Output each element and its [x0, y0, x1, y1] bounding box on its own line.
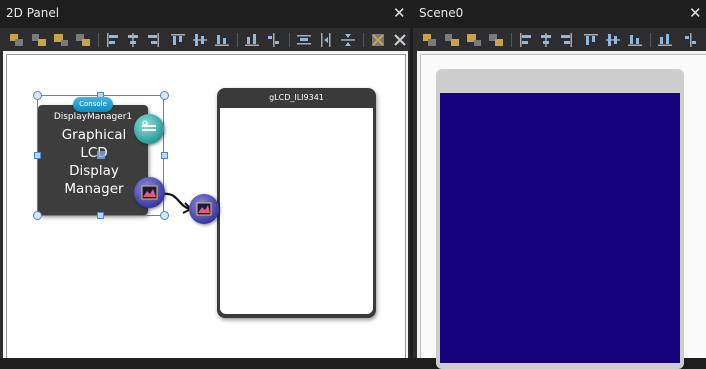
resize-handle-left[interactable]: [34, 152, 41, 159]
align-bottom-icon[interactable]: [488, 32, 504, 48]
scene-lcd-screen: [440, 93, 680, 363]
grid-snap-icon[interactable]: [370, 32, 386, 48]
align-vertical-bottom-icon[interactable]: [214, 32, 230, 48]
center-move-handle[interactable]: [97, 151, 105, 159]
console-badge[interactable]: Console: [73, 97, 113, 112]
display-graph-icon[interactable]: [134, 177, 165, 208]
align-vertical-bottom-icon[interactable]: [627, 32, 643, 48]
display-manager-component[interactable]: DisplayManager1 Graphical LCD Display Ma…: [38, 105, 148, 215]
resize-handle-bottom[interactable]: [97, 212, 104, 219]
distribute-horizontal-icon[interactable]: [657, 32, 673, 48]
align-horizontal-right-icon[interactable]: [145, 32, 161, 48]
align-vertical-center-icon[interactable]: [192, 32, 208, 48]
2d-panel-titlebar: 2D Panel ✕: [0, 0, 410, 28]
align-left-icon[interactable]: [9, 32, 25, 48]
rotate-handle-bottom-right[interactable]: [160, 211, 169, 220]
same-width-icon[interactable]: [296, 32, 312, 48]
rotate-handle-top-right[interactable]: [160, 91, 169, 100]
rotate-handle-top-left[interactable]: [33, 91, 42, 100]
delete-icon[interactable]: [392, 32, 408, 48]
glcd-component[interactable]: gLCD_ILI9341: [217, 88, 376, 318]
align-top-icon[interactable]: [444, 32, 460, 48]
align-horizontal-center-icon[interactable]: [538, 32, 554, 48]
align-vertical-top-icon[interactable]: [170, 32, 186, 48]
align-left-icon[interactable]: [422, 32, 438, 48]
align-vertical-top-icon[interactable]: [583, 32, 599, 48]
align-horizontal-right-icon[interactable]: [558, 32, 574, 48]
align-horizontal-left-icon[interactable]: [518, 32, 534, 48]
distribute-horizontal-icon[interactable]: [244, 32, 260, 48]
2d-panel: 2D Panel ✕ DisplayManager1 Graphical LCD…: [0, 0, 410, 358]
close-scene-panel-icon[interactable]: ✕: [689, 3, 702, 23]
distribute-vertical-icon[interactable]: [266, 32, 282, 48]
close-2d-panel-icon[interactable]: ✕: [393, 3, 406, 23]
align-right-icon[interactable]: [53, 32, 69, 48]
scene-panel-titlebar: Scene0 ✕: [413, 0, 706, 28]
align-bottom-icon[interactable]: [75, 32, 91, 48]
resize-handle-right[interactable]: [161, 152, 168, 159]
glcd-title: gLCD_ILI9341: [269, 93, 324, 102]
distribute-vertical-icon[interactable]: [683, 32, 699, 48]
align-vertical-center-icon[interactable]: [605, 32, 621, 48]
console-pin-icon[interactable]: [134, 114, 164, 144]
align-right-icon[interactable]: [466, 32, 482, 48]
glcd-input-port-icon[interactable]: [189, 194, 219, 224]
2d-panel-title: 2D Panel: [6, 6, 60, 20]
scene-panel-title: Scene0: [419, 6, 464, 20]
scene-panel-toolbar: [413, 28, 706, 52]
label-line-2: LCD: [80, 145, 108, 161]
align-horizontal-left-icon[interactable]: [105, 32, 121, 48]
align-top-icon[interactable]: [31, 32, 47, 48]
2d-panel-toolbar: [0, 28, 410, 52]
same-height-icon[interactable]: [318, 32, 334, 48]
display-manager-instance-name: DisplayManager1: [53, 112, 133, 122]
rotate-handle-bottom-left[interactable]: [33, 211, 42, 220]
glcd-screen: [220, 108, 373, 314]
align-horizontal-center-icon[interactable]: [125, 32, 141, 48]
same-size-icon[interactable]: [340, 32, 356, 48]
